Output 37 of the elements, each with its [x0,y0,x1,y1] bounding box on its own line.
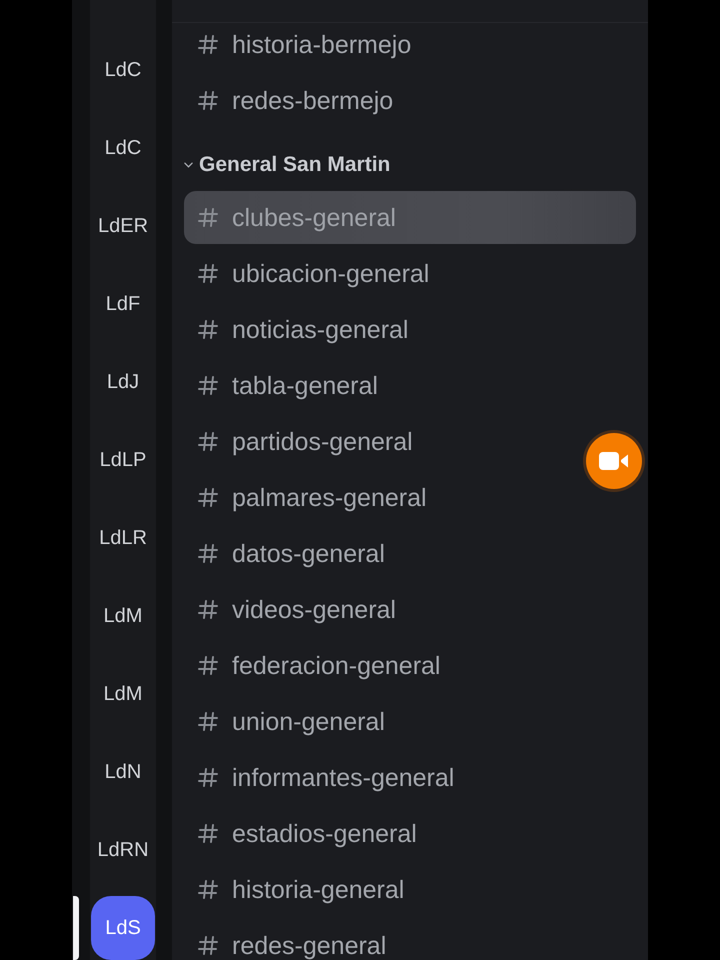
hash-icon [198,712,218,731]
hash-icon [198,824,218,843]
hash-icon [198,35,218,54]
hash-icon [198,768,218,787]
hash-icon [198,208,218,227]
hash-icon [198,656,218,675]
channel-item[interactable]: datos-general [184,527,395,580]
category-header[interactable]: General San Martin [184,153,390,177]
channel-item[interactable]: redes-bermejo [184,74,404,127]
channel-item[interactable]: union-general [184,695,395,748]
hash-icon [198,936,218,955]
channel-item[interactable]: historia-general [184,863,414,916]
hash-icon [198,880,218,899]
channel-item[interactable]: informantes-general [184,751,464,804]
channel-item[interactable]: redes-general [184,919,396,960]
hash-icon [198,320,218,339]
hash-icon [198,376,218,395]
hash-icon [198,488,218,507]
chevron-icon [184,162,193,168]
server-icon[interactable]: LdS [91,896,155,960]
hash-icon [198,91,218,110]
channel-item[interactable]: partidos-general [184,415,423,468]
channel-item[interactable]: noticias-general [184,303,418,356]
channel-item[interactable]: historia-bermejo [184,18,422,71]
channel-item[interactable]: tabla-general [184,359,388,412]
video-camera-icon [599,451,629,471]
video-call-button[interactable] [586,433,642,489]
hash-icon [198,544,218,563]
channel-item[interactable]: ubicacion-general [184,247,440,300]
channel-item[interactable]: federacion-general [184,639,450,692]
channel-item[interactable]: estadios-general [184,807,427,860]
hash-icon [198,432,218,451]
channel-item[interactable]: clubes-general [184,191,636,244]
channel-item[interactable]: videos-general [184,583,406,636]
hash-icon [198,600,218,619]
hash-icon [198,264,218,283]
channel-item[interactable]: palmares-general [184,471,437,524]
